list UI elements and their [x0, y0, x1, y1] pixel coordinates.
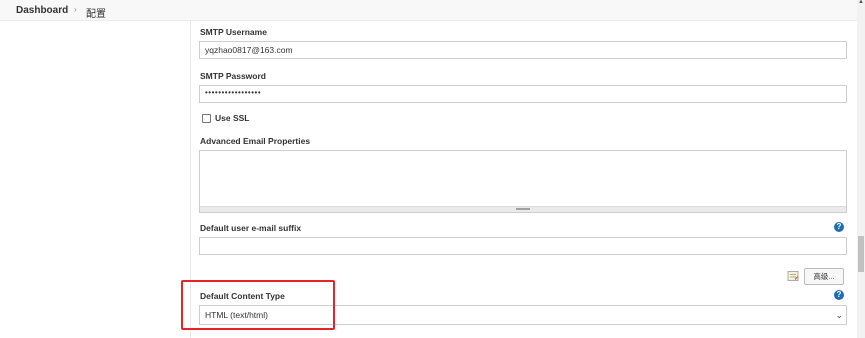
- breadcrumb-separator-icon: ›: [74, 5, 77, 14]
- textarea-resize-bar[interactable]: [200, 206, 846, 212]
- top-breadcrumb-bar: Dashboard › 配置: [0, 0, 857, 21]
- sidebar: [0, 21, 191, 338]
- scroll-up-icon[interactable]: ▲: [857, 0, 865, 5]
- smtp-username-input[interactable]: yqzhao0817@163.com: [199, 41, 847, 59]
- scrollbar-thumb[interactable]: [858, 236, 864, 272]
- use-ssl-checkbox[interactable]: [202, 114, 211, 123]
- advanced-email-properties-textarea[interactable]: [199, 150, 847, 213]
- breadcrumb-dashboard[interactable]: Dashboard: [16, 5, 68, 16]
- highlight-box: [181, 280, 335, 330]
- resize-grip-icon[interactable]: [516, 208, 530, 210]
- default-suffix-input[interactable]: [199, 237, 847, 255]
- smtp-password-label: SMTP Password: [200, 71, 266, 81]
- default-suffix-label: Default user e-mail suffix: [200, 223, 302, 233]
- notepad-icon[interactable]: [787, 270, 799, 282]
- chevron-down-icon: ⌄: [835, 310, 843, 320]
- scrollbar[interactable]: ▲: [857, 0, 865, 338]
- help-icon[interactable]: ?: [834, 290, 844, 300]
- use-ssl-label: Use SSL: [215, 113, 250, 123]
- breadcrumb-current[interactable]: 配置: [86, 5, 106, 20]
- help-icon[interactable]: ?: [834, 222, 844, 232]
- advanced-button[interactable]: 高级...: [804, 268, 844, 285]
- smtp-password-input[interactable]: •••••••••••••••••: [199, 85, 847, 103]
- smtp-username-label: SMTP Username: [200, 27, 267, 37]
- advanced-email-properties-label: Advanced Email Properties: [200, 136, 311, 146]
